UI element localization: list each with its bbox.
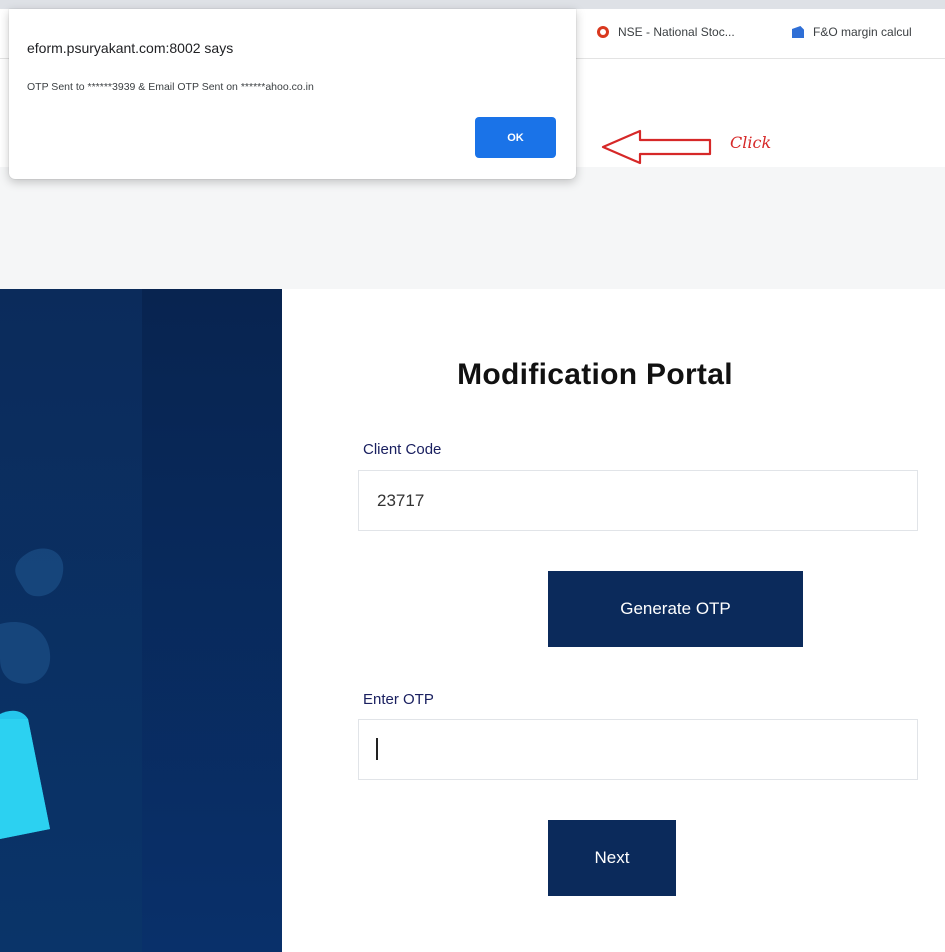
bookmark-fo-margin-label: F&O margin calcul bbox=[813, 25, 912, 39]
text-caret bbox=[376, 738, 378, 760]
next-button[interactable]: Next bbox=[548, 820, 676, 896]
page-title: Modification Portal bbox=[457, 358, 733, 391]
screen: NSE - National Stoc... F&O margin calcul… bbox=[0, 0, 945, 952]
hero-shade-right bbox=[142, 289, 282, 952]
alert-message: OTP Sent to ******3939 & Email OTP Sent … bbox=[27, 81, 314, 93]
left-hero-panel bbox=[0, 289, 282, 952]
document-icon bbox=[792, 26, 804, 38]
generate-otp-button[interactable]: Generate OTP bbox=[548, 571, 803, 647]
client-code-label: Client Code bbox=[363, 441, 442, 458]
alert-ok-button[interactable]: OK bbox=[475, 117, 556, 158]
client-code-input[interactable] bbox=[358, 470, 918, 531]
otp-label: Enter OTP bbox=[363, 691, 434, 708]
bookmark-nse-label: NSE - National Stoc... bbox=[618, 25, 735, 39]
bookmark-nse[interactable]: NSE - National Stoc... bbox=[597, 25, 735, 39]
alert-dialog: eform.psuryakant.com:8002 says OTP Sent … bbox=[9, 9, 576, 179]
otp-input[interactable] bbox=[358, 719, 918, 780]
world-map-graphic bbox=[0, 548, 64, 839]
alert-title: eform.psuryakant.com:8002 says bbox=[27, 40, 234, 56]
annotation-arrow-icon bbox=[601, 129, 712, 165]
bookmark-fo-margin[interactable]: F&O margin calcul bbox=[792, 25, 912, 39]
browser-tab-strip bbox=[0, 0, 945, 9]
nse-icon bbox=[597, 26, 609, 38]
header-band bbox=[0, 167, 945, 289]
click-annotation: Click bbox=[730, 133, 772, 152]
